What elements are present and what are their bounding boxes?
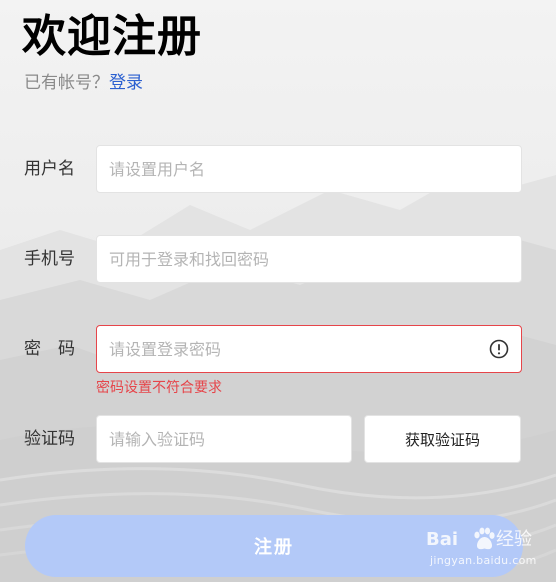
page-title: 欢迎注册	[22, 11, 202, 62]
watermark-url: jingyan.baidu.com	[430, 554, 537, 567]
username-field[interactable]	[96, 145, 522, 193]
password-input[interactable]	[97, 326, 521, 372]
get-code-button[interactable]: 获取验证码	[364, 415, 521, 463]
phone-field[interactable]	[96, 235, 522, 283]
password-error-message: 密码设置不符合要求	[96, 380, 222, 396]
username-label: 用户名	[24, 159, 75, 179]
username-input[interactable]	[97, 146, 521, 192]
have-account-text: 已有帐号？	[24, 73, 109, 93]
password-label: 密 码	[24, 339, 75, 359]
paw-icon	[474, 527, 495, 550]
phone-input[interactable]	[97, 236, 521, 282]
login-prompt: 已有帐号？登录	[24, 70, 143, 96]
watermark-suffix: 经验	[496, 529, 532, 550]
login-link[interactable]: 登录	[109, 73, 143, 93]
baidu-jingyan-watermark: Bai 经验 jingyan.baidu.com	[426, 522, 552, 572]
watermark-brand: Bai	[426, 529, 459, 550]
verification-code-input[interactable]	[97, 416, 351, 462]
password-field[interactable]	[96, 325, 522, 373]
phone-label: 手机号	[24, 249, 75, 269]
verification-code-label: 验证码	[24, 429, 75, 449]
exclamation-circle-icon	[489, 339, 509, 359]
verification-code-field[interactable]	[96, 415, 352, 463]
